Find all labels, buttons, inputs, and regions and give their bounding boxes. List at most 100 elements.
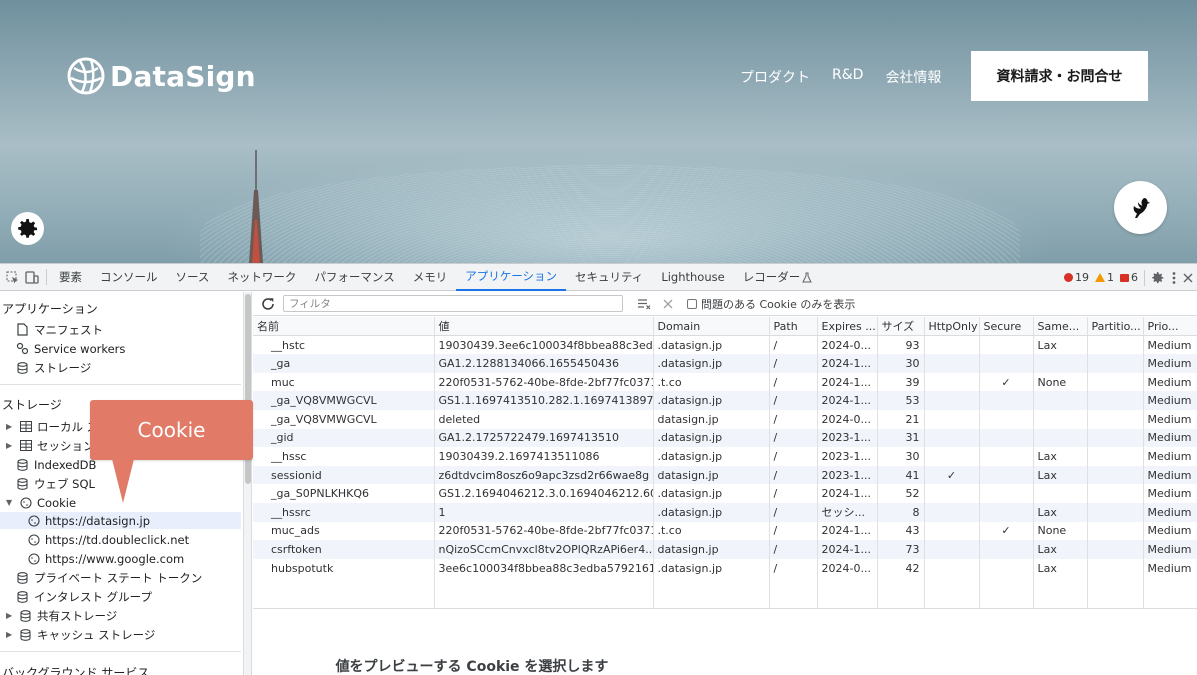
empty-cell [653,577,770,609]
nav-product[interactable]: プロダクト [740,67,810,87]
cell-priority: Medium [1143,354,1197,373]
sidebar-item-manifest[interactable]: マニフェスト [16,321,103,338]
gear-icon[interactable] [1151,271,1165,285]
table-row[interactable]: __hssc 19030439.2.1697413511086 .datasign.… [253,447,1197,466]
cookie-icon [27,533,40,546]
sidebar-item-private-state-tokens[interactable]: プライベート ステート トークン [16,569,202,586]
chat-bot-button[interactable] [1114,181,1167,234]
column-header-expires[interactable]: Expires ... [817,317,878,337]
sidebar-item-indexeddb[interactable]: IndexedDB [16,456,96,473]
inspect-element-icon[interactable] [4,269,20,285]
column-header-domain[interactable]: Domain [653,317,770,337]
column-header-httponly[interactable]: HttpOnly [924,317,980,337]
column-header-samesite[interactable]: Same... [1033,317,1088,337]
sidebar-item-cookie-doubleclick[interactable]: https://td.doubleclick.net [27,531,189,548]
nav-rnd[interactable]: R&D [832,67,863,87]
table-row[interactable]: _ga GA1.2.1288134066.1655450436 .datasign.… [253,354,1197,373]
table-row[interactable]: hubspotutk 3ee6c100034f8bbea88c3edba57921… [253,558,1197,578]
tab-security[interactable]: セキュリティ [566,264,652,291]
tab-console[interactable]: コンソール [91,264,167,291]
column-header-partition[interactable]: Partitio... [1087,317,1144,337]
warning-count-badge[interactable]: 1 [1095,271,1114,284]
sidebar-item-storage[interactable]: ストレージ [16,359,91,376]
sidebar-item-local-storage[interactable]: ▶ ローカル ス [6,418,98,435]
cell-size: 30 [877,447,925,466]
table-row[interactable]: _ga_VQ8VMWGCVL GS1.1.1697413510.282.1.169… [253,391,1197,410]
cell-domain: .t.co [653,372,770,392]
clear-all-icon[interactable] [663,299,673,309]
cell-priority: Medium [1143,502,1197,522]
sidebar-item-web-sql[interactable]: ウェブ SQL [16,475,95,492]
error-count-badge[interactable]: 19 [1064,271,1089,284]
refresh-icon[interactable] [261,297,275,311]
sidebar-item-service-workers[interactable]: Service workers [16,340,125,357]
bird-icon [1133,197,1150,218]
tab-memory[interactable]: メモリ [404,264,457,291]
cookie-preview-placeholder: 値をプレビューする Cookie を選択します [335,659,609,675]
cell-priority: Medium [1143,484,1197,503]
cell-httponly [924,391,980,410]
caret-right-icon[interactable]: ▶ [6,630,14,639]
settings-button[interactable] [11,212,44,245]
cookie-callout: Cookie [90,400,253,460]
sidebar-scrollbar[interactable] [243,292,252,675]
sidebar-item-cookie-datasign[interactable]: https://datasign.jp [0,512,241,529]
column-header-name[interactable]: 名前 [253,317,435,337]
site-logo[interactable]: DataSign [66,56,256,96]
table-row[interactable]: _ga_VQ8VMWGCVL deleted datasign.jp/2024-0.… [253,409,1197,429]
sidebar-item-label: ストレージ [34,360,92,375]
sidebar-item-label: ローカル ス [37,419,99,434]
sidebar-item-label: IndexedDB [34,457,97,472]
issues-count-badge[interactable]: 6 [1120,271,1138,284]
tab-application[interactable]: アプリケーション [456,264,566,291]
sidebar-item-shared-storage[interactable]: ▶ 共有ストレージ [6,607,117,624]
tab-network[interactable]: ネットワーク [218,264,305,291]
cell-domain: datasign.jp [653,540,770,559]
tab-elements[interactable]: 要素 [50,264,91,291]
tab-sources[interactable]: ソース [167,264,219,291]
document-icon [16,323,29,336]
column-header-size[interactable]: サイズ [877,317,925,337]
table-row[interactable]: __hstc 19030439.3ee6c100034f8bbea88c3edb.… [253,335,1197,355]
caret-right-icon[interactable]: ▶ [6,611,14,620]
cell-value: GA1.2.1725722479.1697413510 [434,428,654,448]
table-row[interactable]: _ga_S0PNLKHKQ6 GS1.2.1694046212.3.0.16940… [253,484,1197,503]
nav-company[interactable]: 会社情報 [885,67,941,87]
table-row[interactable]: muc_ads 220f0531-5762-40be-8fde-2bf77fc03… [253,521,1197,541]
clear-filtered-icon[interactable] [637,298,651,310]
database-icon [16,361,29,374]
tab-lighthouse[interactable]: Lighthouse [652,264,733,291]
column-header-priority[interactable]: Prio... [1143,317,1197,337]
caret-right-icon[interactable]: ▶ [6,441,14,450]
empty-cell [434,577,654,609]
sidebar-item-cookies[interactable]: ▼ Cookie [6,494,76,511]
cell-path: / [769,391,818,410]
tab-performance[interactable]: パフォーマンス [305,264,403,291]
table-row[interactable]: _gid GA1.2.1725722479.1697413510 .datasign… [253,428,1197,448]
sidebar-item-cache-storage[interactable]: ▶ キャッシュ ストレージ [6,626,155,643]
table-row[interactable]: csrftoken nQizoSCcmCnvxcl8tv2OPlQRzAPi6er… [253,540,1197,559]
cell-path: / [769,335,818,355]
filter-input[interactable] [283,295,623,312]
error-icon [1064,273,1073,282]
column-header-path[interactable]: Path [769,317,818,337]
caret-down-icon[interactable]: ▼ [6,498,14,507]
site-nav: プロダクト R&D 会社情報 [740,67,941,87]
contact-button[interactable]: 資料請求・お問合せ [971,51,1148,101]
table-row[interactable]: sessionid z6dtdvcim8osz6o9apc3zsd2r66wae8… [253,465,1197,485]
more-options-icon[interactable] [1171,271,1177,285]
cell-secure [979,465,1034,485]
sidebar-item-cookie-google[interactable]: https://www.google.com [27,550,184,567]
table-row[interactable]: muc 220f0531-5762-40be-8fde-2bf77fc0371c.… [253,372,1197,392]
sidebar-item-interest-groups[interactable]: インタレスト グループ [16,588,152,605]
tab-recorder[interactable]: レコーダー [734,264,822,291]
cell-partition [1087,484,1144,503]
close-icon[interactable] [1183,273,1193,283]
column-header-secure[interactable]: Secure [979,317,1034,337]
caret-right-icon[interactable]: ▶ [6,422,14,431]
device-toolbar-icon[interactable] [24,269,40,285]
column-header-value[interactable]: 値 [434,317,654,337]
table-row[interactable]: __hssrc 1 .datasign.jp / セッシ... 8 Lax Medium [253,502,1197,522]
sidebar-item-session-storage[interactable]: ▶ セッション [6,437,95,454]
issues-only-checkbox[interactable] [687,298,697,309]
